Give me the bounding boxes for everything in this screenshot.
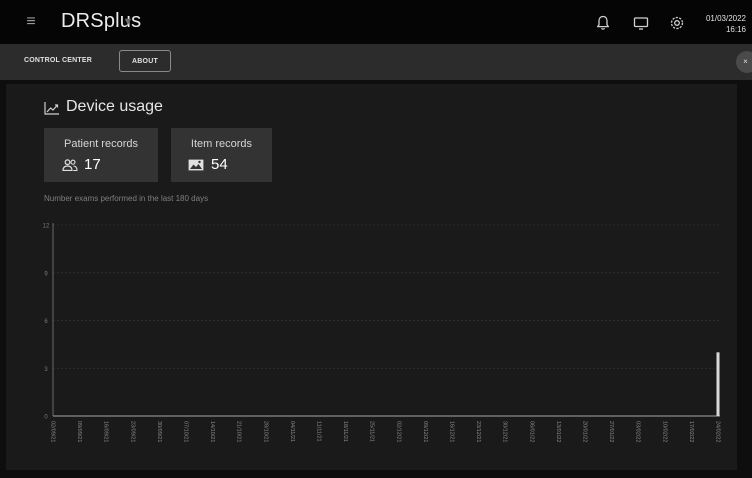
y-tick-label: 0 (44, 415, 48, 421)
top-app-bar: ≡ DRSplus ▼ 01/03/2022 16:16 (0, 0, 752, 44)
x-tick-label: 09/09/21 (76, 421, 82, 442)
gear-icon[interactable] (667, 13, 687, 33)
x-tick-label: 07/10/21 (183, 421, 189, 442)
x-tick-label: 02/09/21 (50, 421, 56, 442)
x-tick-label: 14/10/21 (209, 421, 215, 442)
monitor-icon[interactable] (631, 13, 651, 33)
x-tick-label: 30/12/21 (502, 421, 508, 442)
y-tick-label: 6 (44, 319, 48, 325)
caret-down-icon[interactable]: ▼ (120, 14, 136, 30)
x-tick-label: 10/02/22 (661, 421, 667, 442)
y-tick-label: 9 (44, 271, 48, 277)
chart-bar (716, 352, 720, 416)
x-tick-label: 23/09/21 (129, 421, 135, 442)
x-tick-label: 09/12/21 (422, 421, 428, 442)
device-usage-panel: Device usage Patient records 17 Item rec… (6, 84, 737, 470)
usage-bar-chart: 0 3 6 9 12 02/09/21 09/09/21 16/09/21 23/09/21 30… (43, 223, 721, 442)
x-tick-label: 25/11/21 (369, 421, 375, 442)
x-tick-label: 16/09/21 (103, 421, 109, 442)
current-date: 01/03/2022 (705, 14, 746, 23)
y-tick-label: 12 (43, 224, 50, 230)
close-icon[interactable]: × (736, 51, 752, 73)
x-tick-label: 04/11/21 (289, 421, 295, 442)
bell-icon[interactable] (593, 13, 613, 33)
x-tick-label: 23/12/21 (475, 421, 481, 442)
x-tick-label: 27/01/22 (608, 421, 614, 442)
x-tick-label: 03/02/22 (635, 421, 641, 442)
y-tick-label: 3 (44, 367, 48, 373)
x-tick-label: 11/11/21 (316, 421, 322, 442)
x-tick-label: 06/01/22 (528, 421, 534, 442)
x-tick-label: 20/01/22 (582, 421, 588, 442)
x-tick-label: 30/09/21 (156, 421, 162, 442)
x-tick-label: 13/01/22 (555, 421, 561, 442)
hamburger-menu-icon[interactable]: ≡ (22, 13, 40, 31)
tab-bar: CONTROL CENTER ABOUT × (0, 44, 752, 80)
x-tick-label: 28/10/21 (262, 421, 268, 442)
x-tick-label: 02/12/21 (395, 421, 401, 442)
current-time: 16:16 (725, 25, 746, 34)
date-time-display: 01/03/2022 16:16 (706, 13, 746, 35)
tab-about[interactable]: ABOUT (119, 50, 171, 72)
x-tick-label: 16/12/21 (449, 421, 455, 442)
x-tick-label: 18/11/21 (342, 421, 348, 442)
x-tick-label: 24/02/22 (715, 421, 721, 442)
x-tick-label: 17/02/22 (688, 421, 694, 442)
tab-control-center[interactable]: CONTROL CENTER (11, 50, 105, 72)
x-tick-label: 21/10/21 (236, 421, 242, 442)
